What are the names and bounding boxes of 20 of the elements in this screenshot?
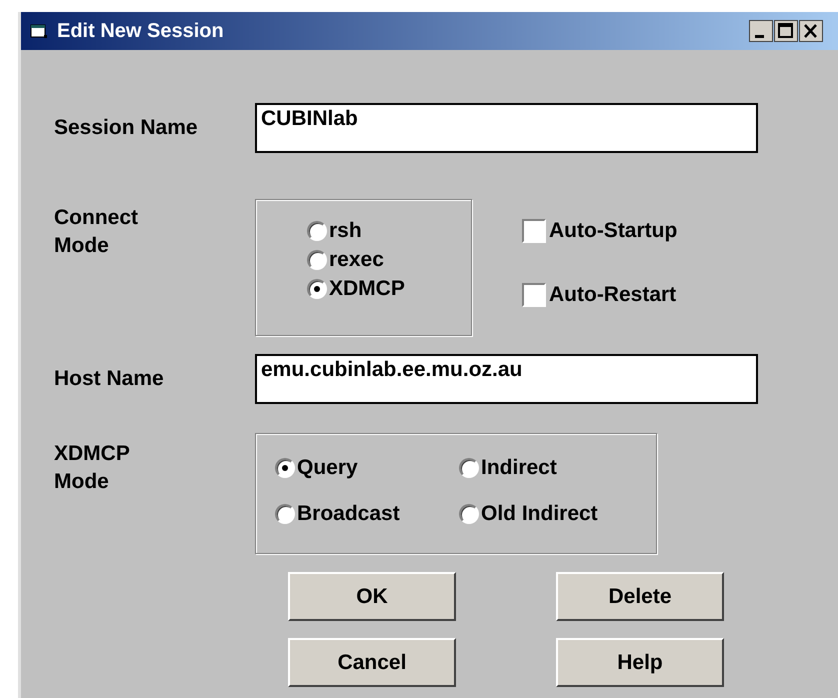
radio-option[interactable]: XDMCP (307, 277, 471, 301)
radio-option[interactable]: Indirect (459, 456, 656, 480)
field-label: Session Name (54, 116, 199, 140)
radio-option[interactable]: rsh (307, 219, 471, 243)
dialog-button[interactable]: Cancel (288, 638, 456, 687)
dialog-button[interactable]: Delete (556, 572, 724, 621)
field-label: XDMCP Mode (54, 441, 130, 495)
radio-option[interactable]: Broadcast (275, 502, 459, 526)
dialog-button[interactable]: Help (556, 638, 724, 687)
radio-option[interactable]: Old Indirect (459, 502, 656, 526)
checkbox[interactable]: Auto-Restart (522, 283, 678, 307)
dialog-button[interactable]: OK (288, 572, 456, 621)
radio-option[interactable]: rexec (307, 248, 471, 272)
checkbox[interactable]: Auto-Startup (522, 219, 678, 243)
window-title: Edit New Session (57, 20, 225, 42)
field-label: Connect Mode (54, 205, 139, 259)
host-name-field[interactable]: emu.cubinlab.ee.mu.oz.au (255, 354, 758, 404)
session-name-field[interactable]: CUBINlab (255, 103, 758, 153)
field-label: Host Name (54, 367, 165, 391)
radio-option[interactable]: Query (275, 456, 459, 480)
